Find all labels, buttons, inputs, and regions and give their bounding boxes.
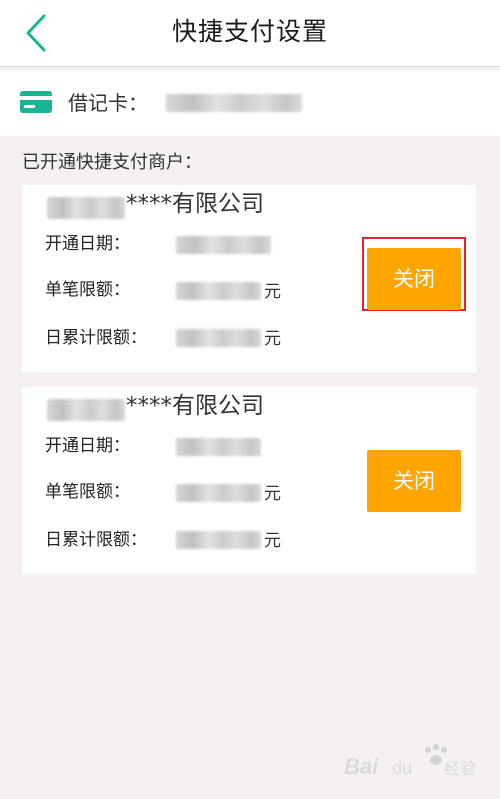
close-button[interactable]: 关闭 [367,450,461,512]
open-date-redacted [176,438,261,456]
debit-card-row: 借记卡： [0,70,500,136]
single-limit-unit: 元 [264,484,281,504]
open-date-label: 开通日期： [45,234,130,254]
single-limit-redacted [176,282,261,300]
card-number-redacted [166,94,302,112]
page-title: 快捷支付设置 [171,17,328,46]
merchant-name: ****有限公司 [126,393,264,419]
close-button[interactable]: 关闭 [367,248,461,310]
svg-text:经验: 经验 [444,759,476,778]
merchant-name-redacted [47,197,125,219]
open-date-label: 开通日期： [45,436,130,456]
daily-limit-unit: 元 [264,329,281,349]
app-header: 快捷支付设置 [0,0,500,67]
daily-limit-label: 日累计限额： [45,530,147,550]
single-limit-label: 单笔限额： [45,280,130,300]
card-icon [20,91,52,113]
single-limit-label: 单笔限额： [45,482,130,502]
watermark-logo: Bai du 经验 [344,744,476,779]
merchant-name: ****有限公司 [126,191,264,217]
daily-limit-redacted [176,531,261,549]
card-type-label: 借记卡： [68,91,148,115]
section-title: 已开通快捷支付商户： [22,152,202,173]
merchant-card: ****有限公司 开通日期： 单笔限额： 元 日累计限额： 元 关闭 [22,387,476,574]
daily-limit-unit: 元 [264,531,281,551]
daily-limit-label: 日累计限额： [45,328,147,348]
daily-limit-redacted [176,329,261,347]
single-limit-unit: 元 [264,282,281,302]
open-date-redacted [176,236,271,254]
svg-text:Bai: Bai [344,754,379,779]
single-limit-redacted [176,484,261,502]
svg-text:du: du [392,758,412,778]
merchant-name-redacted [47,399,125,421]
merchant-card: ****有限公司 开通日期： 单笔限额： 元 日累计限额： 元 关闭 [22,185,476,372]
